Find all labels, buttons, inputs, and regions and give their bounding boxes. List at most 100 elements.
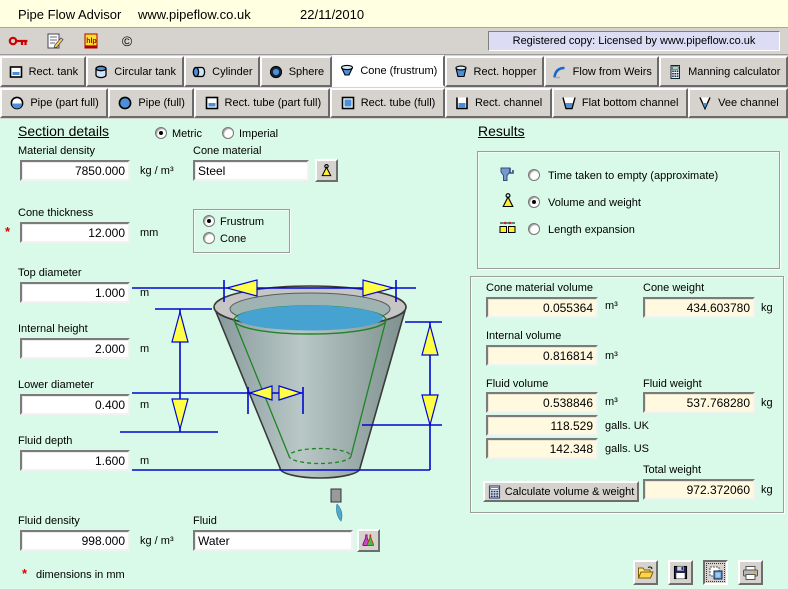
fluid-weight-label: Fluid weight xyxy=(643,378,702,390)
length-expansion-label: Length expansion xyxy=(548,224,635,236)
material-density-unit: kg / m³ xyxy=(140,165,174,177)
cone-diagram xyxy=(115,276,455,526)
tab-flat-bottom-channel[interactable]: Flat bottom channel xyxy=(552,88,688,118)
top-diameter-label: Top diameter xyxy=(18,267,82,279)
cone-material-picker-button[interactable] xyxy=(315,159,338,182)
pipe-full-icon xyxy=(117,95,133,111)
rect-tube-part-full-icon xyxy=(204,95,220,111)
tab-vee-channel[interactable]: Vee channel xyxy=(688,88,788,118)
license-key-icon[interactable] xyxy=(8,32,30,50)
tab-rect-channel[interactable]: Rect. channel xyxy=(445,88,552,118)
fluid-weight-unit: kg xyxy=(761,397,773,409)
lower-diameter-label: Lower diameter xyxy=(18,379,94,391)
internal-volume-unit: m³ xyxy=(605,350,618,362)
circular-tank-icon xyxy=(93,64,109,80)
empty-time-label: Time taken to empty (approximate) xyxy=(548,170,718,182)
length-expansion-icon xyxy=(498,219,517,239)
calculate-button[interactable]: Calculate volume & weight xyxy=(483,481,639,502)
lower-diameter-input[interactable] xyxy=(20,394,130,415)
notes-icon[interactable] xyxy=(44,32,66,50)
fluid-depth-input[interactable] xyxy=(20,450,130,471)
section-details-heading: Section details xyxy=(18,123,109,139)
cone-thickness-unit: mm xyxy=(140,227,158,239)
fluid-depth-unit: m xyxy=(140,455,149,467)
footnote-text: dimensions in mm xyxy=(36,569,125,581)
app-menubar: Pipe Flow Advisor www.pipeflow.co.uk 22/… xyxy=(0,0,788,28)
cone-thickness-input[interactable] xyxy=(20,222,130,243)
cone-material-volume-label: Cone material volume xyxy=(486,282,593,294)
help-book-icon[interactable]: hlp xyxy=(80,32,102,50)
app-website: www.pipeflow.co.uk xyxy=(138,7,251,22)
tab-rect-tube-full[interactable]: Rect. tube (full) xyxy=(330,88,444,118)
required-mark: * xyxy=(5,224,10,239)
volume-weight-icon xyxy=(500,192,516,212)
cylinder-icon xyxy=(191,64,207,80)
cone-label: Cone xyxy=(220,233,246,245)
tab-manning-calculator[interactable]: Manning calculator xyxy=(659,56,788,87)
cone-material-volume-unit: m³ xyxy=(605,300,618,312)
internal-volume-field xyxy=(486,345,598,366)
tab-rect-tank[interactable]: Rect. tank xyxy=(0,56,86,87)
tab-flow-from-weirs[interactable]: Flow from Weirs xyxy=(544,56,659,87)
volume-weight-label: Volume and weight xyxy=(548,197,641,209)
cone-weight-label: Cone weight xyxy=(643,282,704,294)
internal-volume-label: Internal volume xyxy=(486,330,561,342)
tab-pipe-full[interactable]: Pipe (full) xyxy=(108,88,194,118)
tab-rect-hopper[interactable]: Rect. hopper xyxy=(445,56,544,87)
rect-tube-full-icon xyxy=(340,95,356,111)
open-folder-icon xyxy=(637,565,654,580)
imperial-label: Imperial xyxy=(239,128,278,140)
fluid-picker-button[interactable] xyxy=(357,529,380,552)
copyright-icon: © xyxy=(116,32,138,50)
frustrum-label: Frustrum xyxy=(220,216,264,228)
cone-weight-unit: kg xyxy=(761,302,773,314)
tab-sphere[interactable]: Sphere xyxy=(260,56,332,87)
top-diameter-input[interactable] xyxy=(20,282,130,303)
fluid-volume-uk-unit: galls. UK xyxy=(605,420,649,432)
tab-cone-frustrum[interactable]: Cone (frustrum) xyxy=(332,55,445,87)
save-floppy-icon xyxy=(673,565,688,580)
internal-height-input[interactable] xyxy=(20,338,130,359)
fluid-volume-label: Fluid volume xyxy=(486,378,548,390)
fluid-input[interactable] xyxy=(193,530,353,551)
weir-flow-icon xyxy=(552,64,568,80)
imperial-radio[interactable] xyxy=(222,127,234,139)
volume-weight-radio[interactable] xyxy=(528,196,540,208)
internal-height-unit: m xyxy=(140,343,149,355)
top-diameter-unit: m xyxy=(140,287,149,299)
fluid-depth-label: Fluid depth xyxy=(18,435,72,447)
open-file-button[interactable] xyxy=(633,560,658,585)
weight-icon xyxy=(319,163,334,178)
fluid-density-input[interactable] xyxy=(20,530,130,551)
frustrum-radio[interactable] xyxy=(203,215,215,227)
pipe-part-full-icon xyxy=(9,95,25,111)
copy-image-icon xyxy=(708,565,724,581)
cone-radio[interactable] xyxy=(203,232,215,244)
print-button[interactable] xyxy=(738,560,763,585)
fluid-density-unit: kg / m³ xyxy=(140,535,174,547)
total-weight-unit: kg xyxy=(761,484,773,496)
cone-material-input[interactable] xyxy=(193,160,309,181)
empty-time-radio[interactable] xyxy=(528,169,540,181)
save-button[interactable] xyxy=(668,560,693,585)
total-weight-label: Total weight xyxy=(643,464,701,476)
metric-label: Metric xyxy=(172,128,202,140)
fluid-volume-unit: m³ xyxy=(605,396,618,408)
calculator-icon xyxy=(667,64,683,80)
footnote-star: * xyxy=(22,566,27,581)
metric-radio[interactable] xyxy=(155,127,167,139)
fluid-density-label: Fluid density xyxy=(18,515,80,527)
material-density-input[interactable] xyxy=(20,160,130,181)
tab-rect-tube-part-full[interactable]: Rect. tube (part full) xyxy=(194,88,330,118)
lower-diameter-unit: m xyxy=(140,399,149,411)
copy-image-button[interactable] xyxy=(703,560,728,585)
calculator-icon xyxy=(488,485,501,499)
total-weight-field xyxy=(643,479,755,500)
tab-circular-tank[interactable]: Circular tank xyxy=(86,56,184,87)
tab-pipe-part-full[interactable]: Pipe (part full) xyxy=(0,88,108,118)
svg-text:hlp: hlp xyxy=(86,38,97,45)
tab-cylinder[interactable]: Cylinder xyxy=(184,56,261,87)
fluid-weight-field xyxy=(643,392,755,413)
length-expansion-radio[interactable] xyxy=(528,223,540,235)
material-density-label: Material density xyxy=(18,145,95,157)
